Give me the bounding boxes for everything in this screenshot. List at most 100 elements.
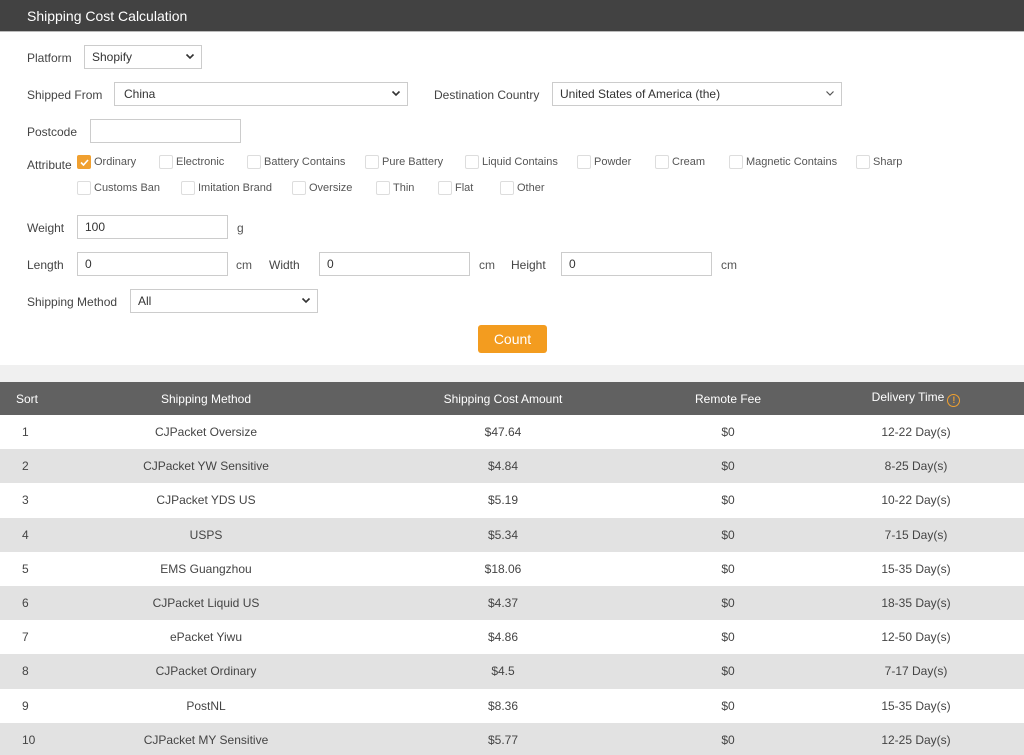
checkbox-icon xyxy=(292,181,306,195)
checkbox-label: Other xyxy=(517,182,545,194)
column-header-cost: Shipping Cost Amount xyxy=(358,382,648,415)
table-row: 6 CJPacket Liquid US $4.37 $0 18-35 Day(s) xyxy=(0,585,1024,621)
info-icon[interactable]: ! xyxy=(947,394,961,407)
attribute-imitation-brand-checkbox[interactable]: Imitation Brand xyxy=(181,181,272,195)
length-unit: cm xyxy=(236,258,252,272)
attribute-electronic-checkbox[interactable]: Electronic xyxy=(159,155,224,169)
cell-shipping-method: ePacket Yiwu xyxy=(169,630,243,645)
shipping-method-label: Shipping Method xyxy=(27,295,118,309)
checkbox-label: Thin xyxy=(393,182,415,194)
checkbox-label: Cream xyxy=(672,156,706,168)
attribute-sharp-checkbox[interactable]: Sharp xyxy=(856,155,902,169)
destination-country-value: United States of America (the) xyxy=(560,87,721,101)
checkbox-icon xyxy=(655,155,669,169)
checkbox-icon xyxy=(577,155,591,169)
checkbox-label: Sharp xyxy=(873,156,903,168)
attribute-label: Attribute xyxy=(27,158,72,172)
weight-input[interactable]: 100 xyxy=(77,215,228,239)
column-header-sort[interactable]: Sort xyxy=(0,382,54,415)
platform-label: Platform xyxy=(27,51,72,65)
cell-cost: $47.64 xyxy=(484,425,522,440)
cell-sort: 2 xyxy=(0,449,54,484)
attribute-customs-ban-checkbox[interactable]: Customs Ban xyxy=(77,181,160,195)
checkbox-icon xyxy=(729,155,743,169)
table-row: 4 USPS $5.34 $0 7-15 Day(s) xyxy=(0,517,1024,552)
checkbox-label: Customs Ban xyxy=(94,182,161,194)
page-header: Shipping Cost Calculation xyxy=(0,0,1024,32)
checkbox-label: Oversize xyxy=(309,182,353,194)
platform-value: Shopify xyxy=(92,50,133,64)
attribute-ordinary-checkbox[interactable]: Ordinary xyxy=(77,155,136,169)
attribute-battery-contains-checkbox[interactable]: Battery Contains xyxy=(247,155,345,169)
cell-sort: 8 xyxy=(0,654,54,689)
cell-remote-fee: $0 xyxy=(648,585,808,621)
shipping-method-select[interactable]: All xyxy=(130,289,318,313)
destination-country-label: Destination Country xyxy=(434,88,540,102)
attribute-powder-checkbox[interactable]: Powder xyxy=(577,155,631,169)
chevron-down-icon xyxy=(185,51,195,61)
section-divider xyxy=(0,365,1024,382)
cell-remote-fee: $0 xyxy=(721,698,735,713)
table-row: 7 ePacket Yiwu $4.86 $0 12-50 Day(s) xyxy=(0,620,1024,654)
checkbox-label: Ordinary xyxy=(94,156,137,168)
cell-cost: $4.37 xyxy=(358,585,648,621)
checkbox-label: Battery Contains xyxy=(264,156,346,168)
checkbox-label: Magnetic Contains xyxy=(746,156,838,168)
chevron-down-icon xyxy=(825,88,835,98)
checkbox-icon xyxy=(376,181,390,195)
height-input[interactable]: 0 xyxy=(561,252,712,276)
cell-remote-fee: $0 xyxy=(648,722,808,755)
attribute-oversize-checkbox[interactable]: Oversize xyxy=(292,181,352,195)
postcode-label: Postcode xyxy=(27,125,78,139)
table-header-row: Sort Shipping Method Shipping Cost Amoun… xyxy=(0,382,1024,415)
checkbox-label: Flat xyxy=(455,182,474,194)
platform-select[interactable]: Shopify xyxy=(84,45,202,69)
checkbox-icon xyxy=(77,181,91,195)
checkbox-icon xyxy=(465,155,479,169)
attribute-thin-checkbox[interactable]: Thin xyxy=(376,181,414,195)
results-table: Sort Shipping Method Shipping Cost Amoun… xyxy=(0,382,1024,755)
column-header-delivery-time: Delivery Time! xyxy=(808,382,1024,415)
table-row: 1 CJPacket Oversize $47.64 $0 12-22 Day(s) xyxy=(0,415,1024,449)
cell-cost: $4.84 xyxy=(358,449,648,484)
table-row: 2 CJPacket YW Sensitive $4.84 $0 8-25 Day(s) xyxy=(0,449,1024,484)
cell-sort: 6 xyxy=(0,585,54,621)
attribute-other-checkbox[interactable]: Other xyxy=(500,181,545,195)
cell-delivery-time: 7-15 Day(s) xyxy=(808,517,1024,552)
table-row: 9 PostNL $8.36 $0 15-35 Day(s) xyxy=(0,689,1024,723)
cell-sort: 1 xyxy=(22,425,29,440)
cell-shipping-method: CJPacket Oversize xyxy=(154,425,258,440)
cell-shipping-method: CJPacket YW Sensitive xyxy=(54,449,358,484)
cell-sort: 10 xyxy=(0,722,54,755)
shipped-from-select[interactable]: China xyxy=(114,82,408,106)
cell-shipping-method: PostNL xyxy=(186,698,226,713)
attribute-magnetic-contains-checkbox[interactable]: Magnetic Contains xyxy=(729,155,837,169)
checkbox-icon xyxy=(181,181,195,195)
chevron-down-icon xyxy=(301,295,311,305)
attribute-liquid-contains-checkbox[interactable]: Liquid Contains xyxy=(465,155,558,169)
shipped-from-value: China xyxy=(124,87,156,101)
cell-delivery-time: 18-35 Day(s) xyxy=(808,585,1024,621)
cell-delivery-time: 15-35 Day(s) xyxy=(881,698,951,713)
length-input[interactable]: 0 xyxy=(77,252,228,276)
attribute-flat-checkbox[interactable]: Flat xyxy=(438,181,473,195)
checkbox-label: Imitation Brand xyxy=(198,182,272,194)
postcode-input[interactable] xyxy=(90,119,241,143)
count-button[interactable]: Count xyxy=(478,325,547,353)
cell-remote-fee: $0 xyxy=(648,517,808,552)
attribute-cream-checkbox[interactable]: Cream xyxy=(655,155,705,169)
column-header-remote-fee: Remote Fee xyxy=(648,382,808,415)
cell-cost: $4.5 xyxy=(358,654,648,689)
width-unit: cm xyxy=(479,258,495,272)
cell-remote-fee: $0 xyxy=(648,654,808,689)
width-input[interactable]: 0 xyxy=(319,252,470,276)
attribute-pure-battery-checkbox[interactable]: Pure Battery xyxy=(365,155,443,169)
cell-delivery-time: 12-22 Day(s) xyxy=(881,425,951,440)
destination-country-select[interactable]: United States of America (the) xyxy=(552,82,842,106)
column-header-shipping-method: Shipping Method xyxy=(54,382,358,415)
table-row: 10 CJPacket MY Sensitive $5.77 $0 12-25 Day(… xyxy=(0,722,1024,755)
cell-shipping-method: CJPacket YDS US xyxy=(156,493,256,508)
table-row: 8 CJPacket Ordinary $4.5 $0 7-17 Day(s) xyxy=(0,654,1024,689)
weight-unit: g xyxy=(237,221,244,235)
cell-remote-fee: $0 xyxy=(721,561,735,576)
